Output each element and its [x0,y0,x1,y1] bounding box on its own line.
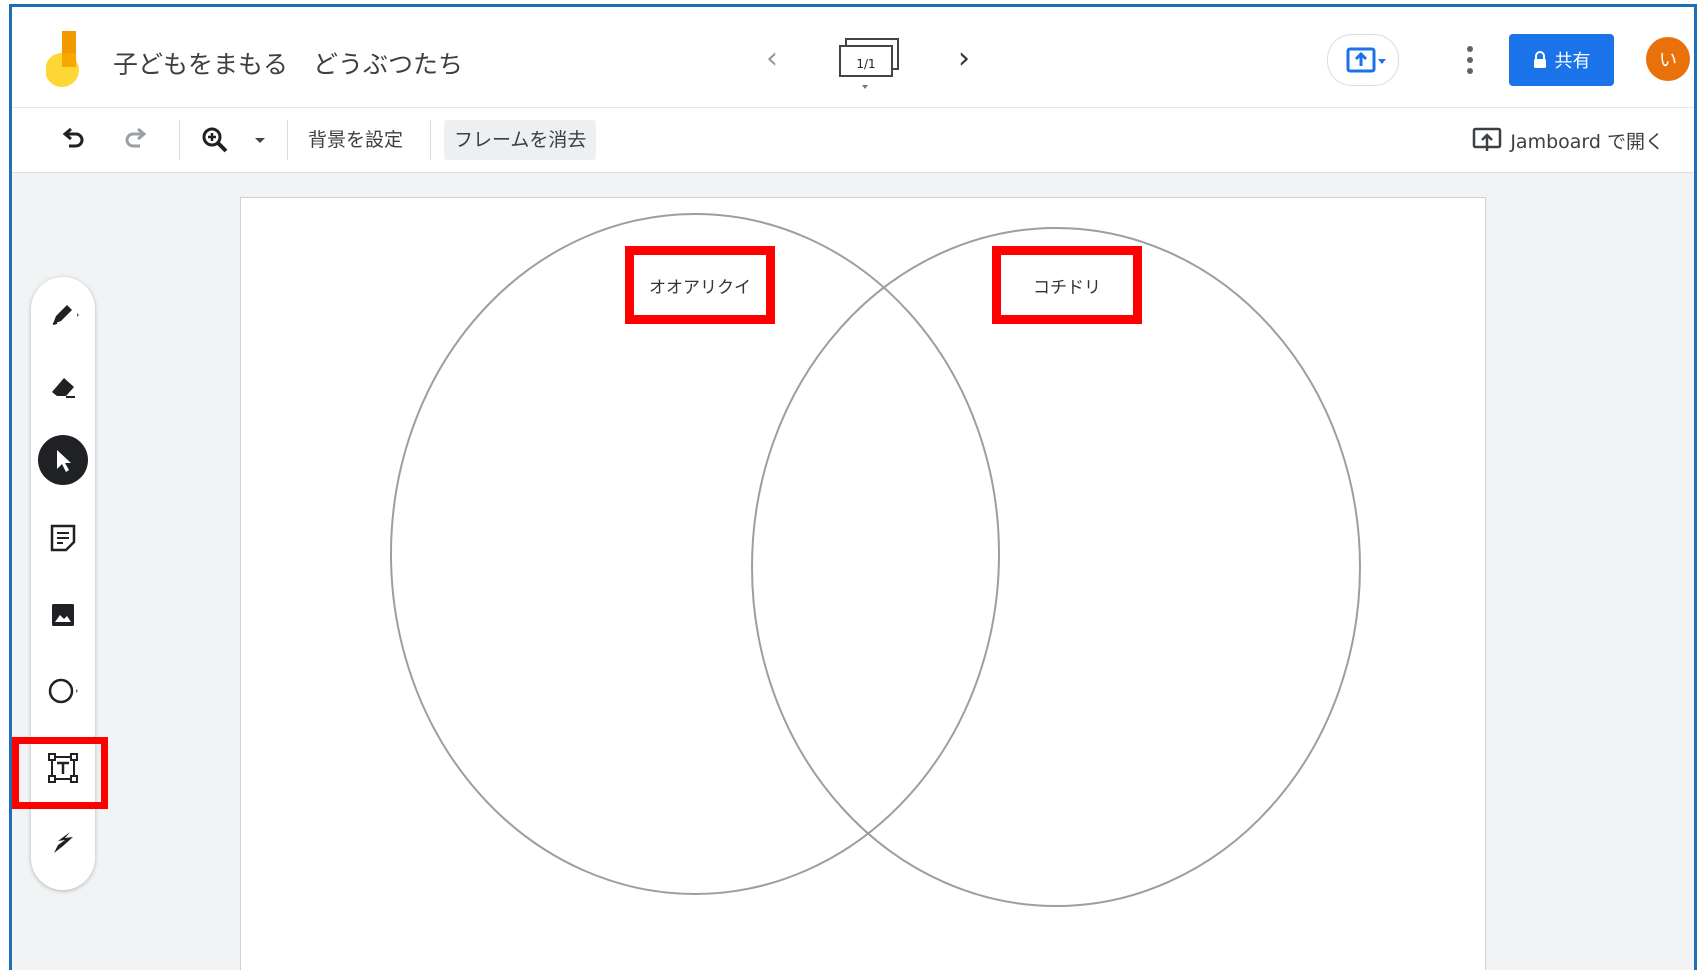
circle-shape-icon [48,678,78,704]
pen-icon [52,305,79,325]
redo-icon[interactable] [120,124,152,156]
present-icon [1346,47,1386,73]
toolbar: 背景を設定 フレームを消去 Jamboard で開く [12,108,1694,173]
previous-frame-button[interactable]: ‹ [757,44,787,75]
toolbar-divider [179,120,180,160]
eraser-tool[interactable] [38,361,88,411]
sticky-note-tool[interactable] [38,513,88,563]
eraser-icon [52,378,75,398]
left-circle-label[interactable]: オオアリクイ [625,246,775,324]
toolbar-divider [430,120,431,160]
app-window: 子どもをまもる どうぶつたち ‹ 1/1 › 共有 い 背景を設定 フレームを消… [9,4,1697,970]
document-title[interactable]: 子どもをまもる どうぶつたち [113,45,463,81]
zoom-dropdown-icon[interactable] [250,124,270,156]
venn-right-circle [751,227,1361,907]
share-button[interactable]: 共有 [1509,34,1614,86]
venn-diagram [390,213,1361,907]
zoom-in-icon[interactable] [199,124,231,156]
pen-tool[interactable] [38,289,88,339]
frame-counter: 1/1 [856,57,876,71]
text-tool-highlight [12,737,108,809]
lock-icon [1533,51,1546,68]
next-frame-button[interactable]: › [949,44,979,75]
clear-frame-button[interactable]: フレームを消去 [444,120,597,160]
laser-icon [54,832,73,853]
open-in-jamboard-label: Jamboard で開く [1510,130,1664,153]
jamboard-logo [46,31,79,87]
undo-icon[interactable] [57,124,89,156]
open-external-display-icon [1473,127,1502,151]
sticky-note-icon [50,524,76,552]
select-icon [57,450,71,472]
set-background-button[interactable]: 背景を設定 [298,120,413,160]
present-button[interactable] [1327,34,1399,86]
image-tool[interactable] [38,590,88,640]
right-circle-label[interactable]: コチドリ [992,246,1142,324]
select-tool[interactable] [38,435,88,485]
toolbar-divider [287,120,288,160]
shape-tool[interactable] [38,666,88,716]
open-in-jamboard-button[interactable]: Jamboard で開く [1472,120,1664,160]
whiteboard-canvas[interactable]: オオアリクイ コチドリ [240,197,1486,970]
share-label: 共有 [1554,51,1591,72]
more-options-icon[interactable] [1460,43,1480,77]
image-icon [52,604,74,626]
avatar[interactable]: い [1646,37,1690,81]
laser-tool[interactable] [38,817,88,867]
frame-indicator[interactable]: 1/1 [834,35,904,93]
header-bar: 子どもをまもる どうぶつたち ‹ 1/1 › 共有 い [12,7,1694,108]
